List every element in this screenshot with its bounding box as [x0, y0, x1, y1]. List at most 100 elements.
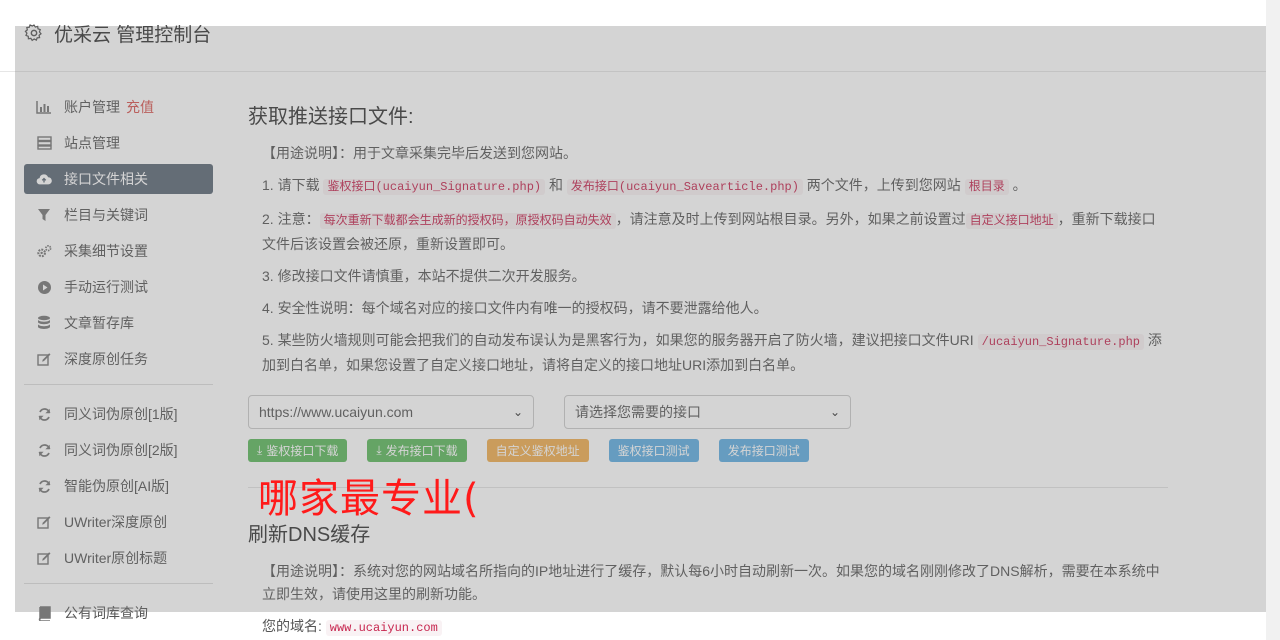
- select-row: https://www.ucaiyun.com ⌄ 请选择您需要的接口 ⌄: [248, 395, 851, 429]
- book-icon: [36, 605, 52, 621]
- usage-prefix: 【用途说明】：: [262, 145, 353, 161]
- dns-usage-description: 【用途说明】：系统对您的网站域名所指向的IP地址进行了缓存，默认每6小时自动刷新…: [262, 560, 1168, 606]
- sidebar-item-synonym-v1[interactable]: 同义词伪原创[1版]: [24, 399, 213, 429]
- button-label: 自定义鉴权地址: [495, 444, 580, 458]
- gears-icon: [36, 243, 52, 259]
- sidebar-divider: [24, 583, 213, 584]
- api-select-value: 请选择您需要的接口: [575, 404, 701, 420]
- instruction-text: 1. 请下载: [262, 177, 324, 193]
- sidebar: 账户管理 充值 站点管理 接口文件相关 栏目与关键词 采集细节设置 手动运行测试: [24, 92, 213, 634]
- button-label: 鉴权接口下载: [266, 444, 339, 458]
- usage-description: 【用途说明】：用于文章采集完毕后发送到您网站。: [262, 142, 1168, 165]
- usage-text: 用于文章采集完毕后发送到您网站。: [353, 145, 577, 161]
- edit-icon: [36, 351, 52, 367]
- server-icon: [36, 135, 52, 151]
- button-row: ⤓ 鉴权接口下载 ⤓ 发布接口下载 自定义鉴权地址 鉴权接口测试 发布接口测试: [248, 439, 829, 462]
- edit-icon: [36, 550, 52, 566]
- signature-uri-code: /ucaiyun_Signature.php: [977, 334, 1144, 350]
- sidebar-item-label: 智能伪原创[AI版]: [64, 478, 170, 494]
- gear-icon: [24, 24, 42, 42]
- sidebar-item-label: 文章暂存库: [64, 315, 134, 331]
- sidebar-item-sites[interactable]: 站点管理: [24, 128, 213, 158]
- dns-section: 刷新DNS缓存 【用途说明】：系统对您的网站域名所指向的IP地址进行了缓存，默认…: [248, 518, 1168, 640]
- database-icon: [36, 315, 52, 331]
- instruction-2: 2. 注意： 每次重新下载都会生成新的授权码，原授权码自动失效 ，请注意及时上传到网…: [262, 208, 1168, 256]
- sidebar-item-label: 采集细节设置: [64, 243, 148, 259]
- usage-text: 系统对您的网站域名所指向的IP地址进行了缓存，默认每6小时自动刷新一次。如果您的…: [262, 563, 1160, 602]
- chevron-down-icon: ⌄: [512, 405, 523, 419]
- top-bar: 优采云 管理控制台: [0, 0, 1280, 72]
- play-circle-icon: [36, 279, 52, 295]
- signature-file-code: 鉴权接口(ucaiyun_Signature.php): [323, 179, 546, 195]
- refresh-icon: [36, 406, 52, 422]
- sidebar-item-collect-settings[interactable]: 采集细节设置: [24, 236, 213, 266]
- cloud-upload-icon: [36, 171, 52, 187]
- instruction-text: 5. 某些防火墙规则可能会把我们的自动发布误认为是黑客行为，如果您的服务器开启了…: [262, 332, 978, 348]
- site-select[interactable]: https://www.ucaiyun.com ⌄: [248, 395, 534, 429]
- bar-chart-icon: [36, 99, 52, 115]
- page-scrollbar[interactable]: [1266, 0, 1280, 640]
- recharge-link[interactable]: 充值: [126, 97, 154, 117]
- watermark-text: 哪家最专业(: [258, 476, 480, 522]
- sidebar-item-article-storage[interactable]: 文章暂存库: [24, 308, 213, 338]
- domain-value: www.ucaiyun.com: [325, 620, 442, 636]
- custom-signature-address-button[interactable]: 自定义鉴权地址: [486, 439, 589, 462]
- sidebar-item-label: 接口文件相关: [64, 171, 148, 187]
- sidebar-item-ai-rewrite[interactable]: 智能伪原创[AI版]: [24, 471, 213, 501]
- app-title: 优采云 管理控制台: [54, 24, 212, 46]
- instruction-4: 4. 安全性说明：每个域名对应的接口文件内有唯一的授权码，请不要泄露给他人。: [262, 300, 768, 316]
- sidebar-item-label: 公有词库查询: [64, 605, 148, 621]
- button-label: 鉴权接口测试: [617, 444, 690, 458]
- usage-prefix: 【用途说明】：: [262, 563, 353, 579]
- instruction-5: 5. 某些防火墙规则可能会把我们的自动发布误认为是黑客行为，如果您的服务器开启了…: [262, 329, 1168, 377]
- edit-icon: [36, 514, 52, 530]
- instruction-text: 和: [545, 177, 567, 193]
- sidebar-item-uwriter-title[interactable]: UWriter原创标题: [24, 543, 213, 573]
- custom-address-code: 自定义接口地址: [965, 213, 1058, 229]
- sidebar-item-label: UWriter深度原创: [64, 514, 168, 530]
- sidebar-item-deep-original-tasks[interactable]: 深度原创任务: [24, 344, 213, 374]
- filter-icon: [36, 207, 52, 223]
- sidebar-item-categories-keywords[interactable]: 栏目与关键词: [24, 200, 213, 230]
- site-select-value: https://www.ucaiyun.com: [259, 404, 414, 420]
- instruction-1: 1. 请下载 鉴权接口(ucaiyun_Signature.php) 和 发布接…: [262, 174, 1168, 199]
- section-title-push-files: 获取推送接口文件:: [248, 106, 414, 128]
- api-select[interactable]: 请选择您需要的接口 ⌄: [564, 395, 851, 429]
- app-brand[interactable]: 优采云 管理控制台: [24, 20, 211, 46]
- download-icon: ⤓: [376, 443, 382, 457]
- button-label: 发布接口下载: [385, 444, 458, 458]
- instruction-3: 3. 修改接口文件请慎重，本站不提供二次开发服务。: [262, 268, 586, 284]
- sidebar-item-label: 同义词伪原创[2版]: [64, 442, 178, 458]
- test-publish-button[interactable]: 发布接口测试: [718, 439, 809, 462]
- savearticle-file-code: 发布接口(ucaiyun_Savearticle.php): [566, 179, 803, 195]
- root-dir-code: 根目录: [964, 179, 1009, 195]
- sidebar-item-synonym-v2[interactable]: 同义词伪原创[2版]: [24, 435, 213, 465]
- sidebar-item-interface-files[interactable]: 接口文件相关: [24, 164, 213, 194]
- chevron-down-icon: ⌄: [829, 405, 840, 419]
- refresh-icon: [36, 442, 52, 458]
- sidebar-item-label: UWriter原创标题: [64, 550, 168, 566]
- main-content: 获取推送接口文件: 【用途说明】：用于文章采集完毕后发送到您网站。 1. 请下载…: [248, 100, 1168, 377]
- download-icon: ⤓: [257, 443, 263, 457]
- instruction-text: 2. 注意：: [262, 211, 320, 227]
- sidebar-item-label: 栏目与关键词: [64, 207, 148, 223]
- download-publish-button[interactable]: ⤓ 发布接口下载: [367, 439, 467, 462]
- button-label: 发布接口测试: [727, 444, 800, 458]
- download-signature-button[interactable]: ⤓ 鉴权接口下载: [248, 439, 348, 462]
- sidebar-item-manual-run[interactable]: 手动运行测试: [24, 272, 213, 302]
- test-signature-button[interactable]: 鉴权接口测试: [608, 439, 699, 462]
- sidebar-item-label: 同义词伪原创[1版]: [64, 406, 178, 422]
- sidebar-item-uwriter-deep[interactable]: UWriter深度原创: [24, 507, 213, 537]
- sidebar-item-public-lexicon[interactable]: 公有词库查询: [24, 598, 213, 628]
- sidebar-item-label: 账户管理: [64, 99, 120, 115]
- instruction-text: 。: [1008, 177, 1027, 193]
- sidebar-item-label: 站点管理: [64, 135, 120, 151]
- sidebar-item-label: 深度原创任务: [64, 351, 148, 367]
- domain-line: 您的域名: www.ucaiyun.com: [262, 615, 1168, 640]
- sidebar-item-account[interactable]: 账户管理 充值: [24, 92, 213, 122]
- instruction-text: 两个文件，上传到您网站: [802, 177, 965, 193]
- sidebar-divider: [24, 384, 213, 385]
- instruction-text: ，请注意及时上传到网站根目录。另外，如果之前设置过: [615, 211, 966, 227]
- domain-label: 您的域名:: [262, 618, 322, 634]
- sidebar-item-label: 手动运行测试: [64, 279, 148, 295]
